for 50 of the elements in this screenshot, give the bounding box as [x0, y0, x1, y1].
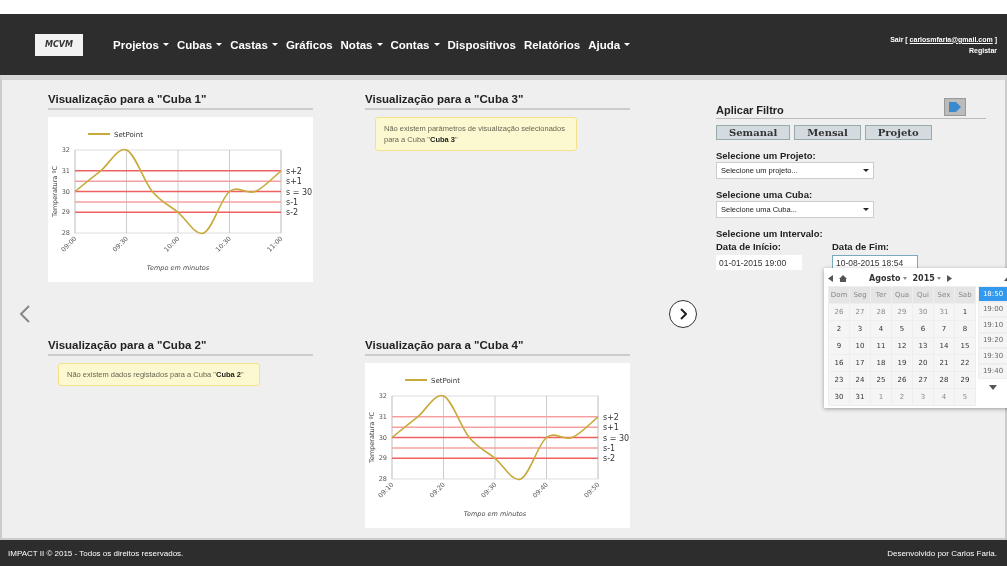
threshold-label: s = 30 — [603, 433, 630, 443]
nav-menu-item[interactable]: Cubas — [177, 38, 223, 51]
nav-menu-item[interactable]: Projetos — [113, 38, 169, 51]
threshold-label: s+2 — [603, 412, 619, 422]
caret-icon — [863, 208, 869, 211]
chevron-right-icon — [679, 307, 687, 320]
caret-icon — [863, 169, 869, 172]
panel-title: Visualização para a "Cuba 3" — [365, 93, 630, 110]
year-select[interactable]: 2015 — [912, 273, 941, 283]
scroll-down-icon[interactable] — [989, 385, 997, 390]
field-label: Data de Início: — [716, 241, 782, 252]
filter-title: Aplicar Filtro — [716, 104, 784, 116]
prev-icon[interactable] — [828, 274, 833, 282]
copyright-text: IMPACT II © 2015 - Todos os direitos reservados. — [8, 548, 184, 558]
month-select[interactable]: Agosto — [869, 273, 907, 283]
field-label: Data de Fim: — [832, 241, 890, 252]
home-icon[interactable] — [839, 274, 847, 282]
credits-text: Desenvolvido por Carlos Faria. — [887, 548, 997, 558]
caret-icon — [902, 276, 907, 280]
next-icon[interactable] — [946, 274, 952, 282]
field-label: Selecione um Intervalo: — [716, 228, 824, 239]
threshold-label: s = 30 — [286, 187, 313, 197]
field-label: Selecione um Projeto: — [716, 150, 817, 161]
nav-menu-item[interactable]: Contas — [390, 38, 440, 51]
field-label: Selecione uma Cuba: — [716, 189, 814, 200]
next-button[interactable] — [669, 299, 697, 328]
panel-title: Visualização para a "Cuba 2" — [48, 339, 313, 356]
start-date-field[interactable]: 01-01-2015 19:00 — [716, 255, 802, 270]
logo[interactable]: MCVM — [35, 33, 83, 56]
period-button[interactable]: Projeto — [864, 125, 932, 140]
nav-menu-item[interactable]: Dispositivos — [447, 38, 516, 51]
threshold-label: s+1 — [603, 423, 619, 433]
nav-menu-item[interactable]: Relatórios — [523, 38, 581, 51]
period-button[interactable]: Mensal — [794, 125, 861, 140]
threshold-label: s-1 — [603, 443, 616, 453]
period-button[interactable]: Semanal — [716, 125, 791, 140]
panel-title: Visualização para a "Cuba 1" — [48, 93, 313, 110]
threshold-label: s-2 — [286, 208, 299, 218]
threshold-label: s-1 — [286, 197, 299, 207]
nav-menu-item[interactable]: Ajuda — [588, 38, 631, 51]
panel-title: Visualização para a "Cuba 4" — [365, 339, 630, 356]
nav-menu-item[interactable]: Castas — [230, 38, 278, 51]
threshold-label: s-2 — [603, 454, 616, 464]
nav-menu-item[interactable]: Gráficos — [285, 38, 333, 51]
threshold-label: s+2 — [286, 166, 302, 176]
caret-icon — [936, 276, 941, 280]
nav-menu-item[interactable]: Notas — [340, 38, 383, 51]
arrow-icon — [948, 101, 962, 113]
threshold-label: s+1 — [286, 177, 302, 187]
chevron-left-icon[interactable] — [19, 304, 31, 323]
